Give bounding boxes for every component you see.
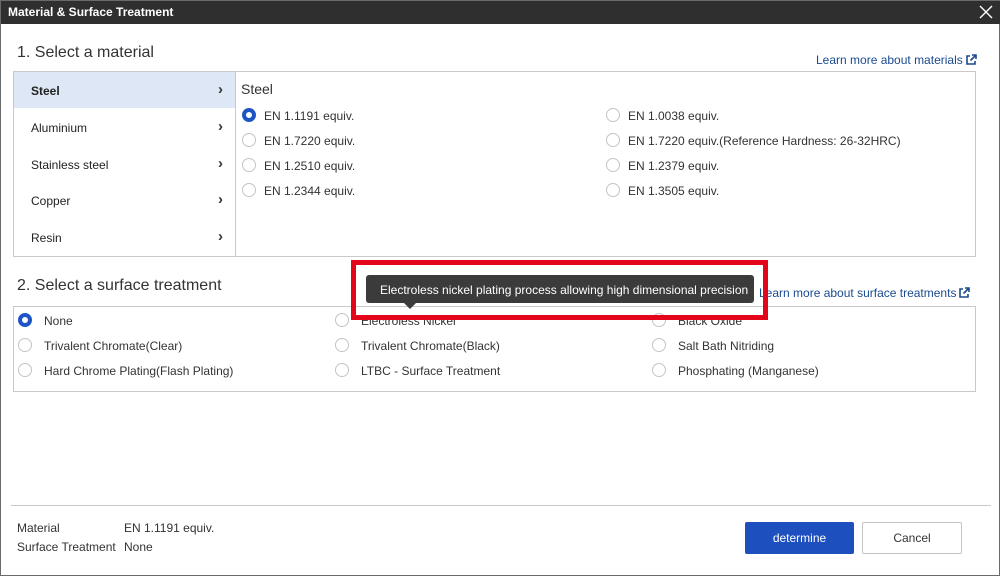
radio-icon[interactable] [242, 183, 256, 197]
material-category-stainless-steel[interactable]: Stainless steel › [14, 146, 235, 182]
radio-selected-icon[interactable] [242, 108, 256, 122]
chevron-right-icon: › [218, 228, 223, 245]
grade-group-title: Steel [241, 81, 273, 97]
radio-icon[interactable] [652, 363, 666, 377]
chevron-right-icon: › [218, 118, 223, 135]
external-link-icon [959, 287, 971, 298]
summary-material-value: EN 1.1191 equiv. [124, 521, 215, 535]
learn-more-materials-label: Learn more about materials [816, 53, 963, 67]
close-icon[interactable] [977, 3, 995, 21]
chevron-right-icon: › [218, 191, 223, 208]
material-section-heading: 1. Select a material [17, 44, 154, 61]
summary-surface-value: None [124, 540, 153, 554]
radio-icon[interactable] [18, 363, 32, 377]
material-category-steel[interactable]: Steel › [14, 72, 235, 108]
surface-section-heading: 2. Select a surface treatment [17, 277, 222, 294]
grade-option-label: EN 1.7220 equiv. [264, 134, 356, 148]
grade-option-label: EN 1.1191 equiv. [264, 109, 355, 123]
footer-divider [11, 505, 991, 506]
grade-option-label: EN 1.2344 equiv. [264, 184, 356, 198]
material-category-label: Aluminium [31, 121, 88, 135]
determine-button[interactable]: determine [745, 522, 854, 554]
radio-icon[interactable] [242, 158, 256, 172]
material-category-aluminium[interactable]: Aluminium › [14, 109, 235, 145]
radio-icon[interactable] [335, 313, 349, 327]
treatment-option-label: Salt Bath Nitriding [678, 339, 775, 353]
grade-option-label: EN 1.7220 equiv.(Reference Hardness: 26-… [628, 134, 901, 148]
grade-option-label: EN 1.2510 equiv. [264, 159, 356, 173]
radio-icon[interactable] [652, 338, 666, 352]
cancel-button[interactable]: Cancel [862, 522, 962, 554]
radio-icon[interactable] [18, 338, 32, 352]
title-bar: Material & Surface Treatment [1, 1, 1000, 24]
radio-selected-icon[interactable] [18, 313, 32, 327]
material-category-resin[interactable]: Resin › [14, 219, 235, 255]
radio-icon[interactable] [335, 338, 349, 352]
learn-more-materials-link[interactable]: Learn more about materials [816, 53, 977, 67]
grade-option-label: EN 1.3505 equiv. [628, 184, 720, 198]
material-surface-dialog: Material & Surface Treatment 1. Select a… [0, 0, 1000, 576]
external-link-icon [965, 54, 977, 65]
treatment-option-label: Phosphating (Manganese) [678, 364, 819, 378]
highlight-box [351, 260, 768, 320]
radio-icon[interactable] [335, 363, 349, 377]
treatment-option-label: Trivalent Chromate(Clear) [44, 339, 183, 353]
treatment-option-label: LTBC - Surface Treatment [361, 364, 501, 378]
material-panel: Steel › Aluminium › Stainless steel › Co… [13, 71, 976, 257]
dialog-title: Material & Surface Treatment [8, 5, 174, 19]
radio-icon[interactable] [606, 108, 620, 122]
material-category-label: Resin [31, 231, 62, 245]
summary-surface-label: Surface Treatment [17, 540, 116, 554]
learn-more-surface-treatments-link[interactable]: Learn more about surface treatments [759, 286, 971, 300]
material-category-label: Copper [31, 194, 71, 208]
treatment-option-label: Trivalent Chromate(Black) [361, 339, 500, 353]
grade-option-label: EN 1.2379 equiv. [628, 159, 720, 173]
material-category-copper[interactable]: Copper › [14, 182, 235, 218]
chevron-right-icon: › [218, 81, 223, 98]
learn-more-surface-label: Learn more about surface treatments [759, 286, 957, 300]
radio-icon[interactable] [606, 158, 620, 172]
grade-option-label: EN 1.0038 equiv. [628, 109, 720, 123]
treatment-option-label: Hard Chrome Plating(Flash Plating) [44, 364, 234, 378]
summary-material-label: Material [17, 521, 60, 535]
radio-icon[interactable] [606, 183, 620, 197]
material-category-label: Steel [31, 84, 60, 98]
material-category-label: Stainless steel [31, 158, 109, 172]
treatment-option-label: None [44, 314, 73, 328]
chevron-right-icon: › [218, 155, 223, 172]
radio-icon[interactable] [606, 133, 620, 147]
radio-icon[interactable] [242, 133, 256, 147]
material-category-list: Steel › Aluminium › Stainless steel › Co… [14, 72, 236, 256]
